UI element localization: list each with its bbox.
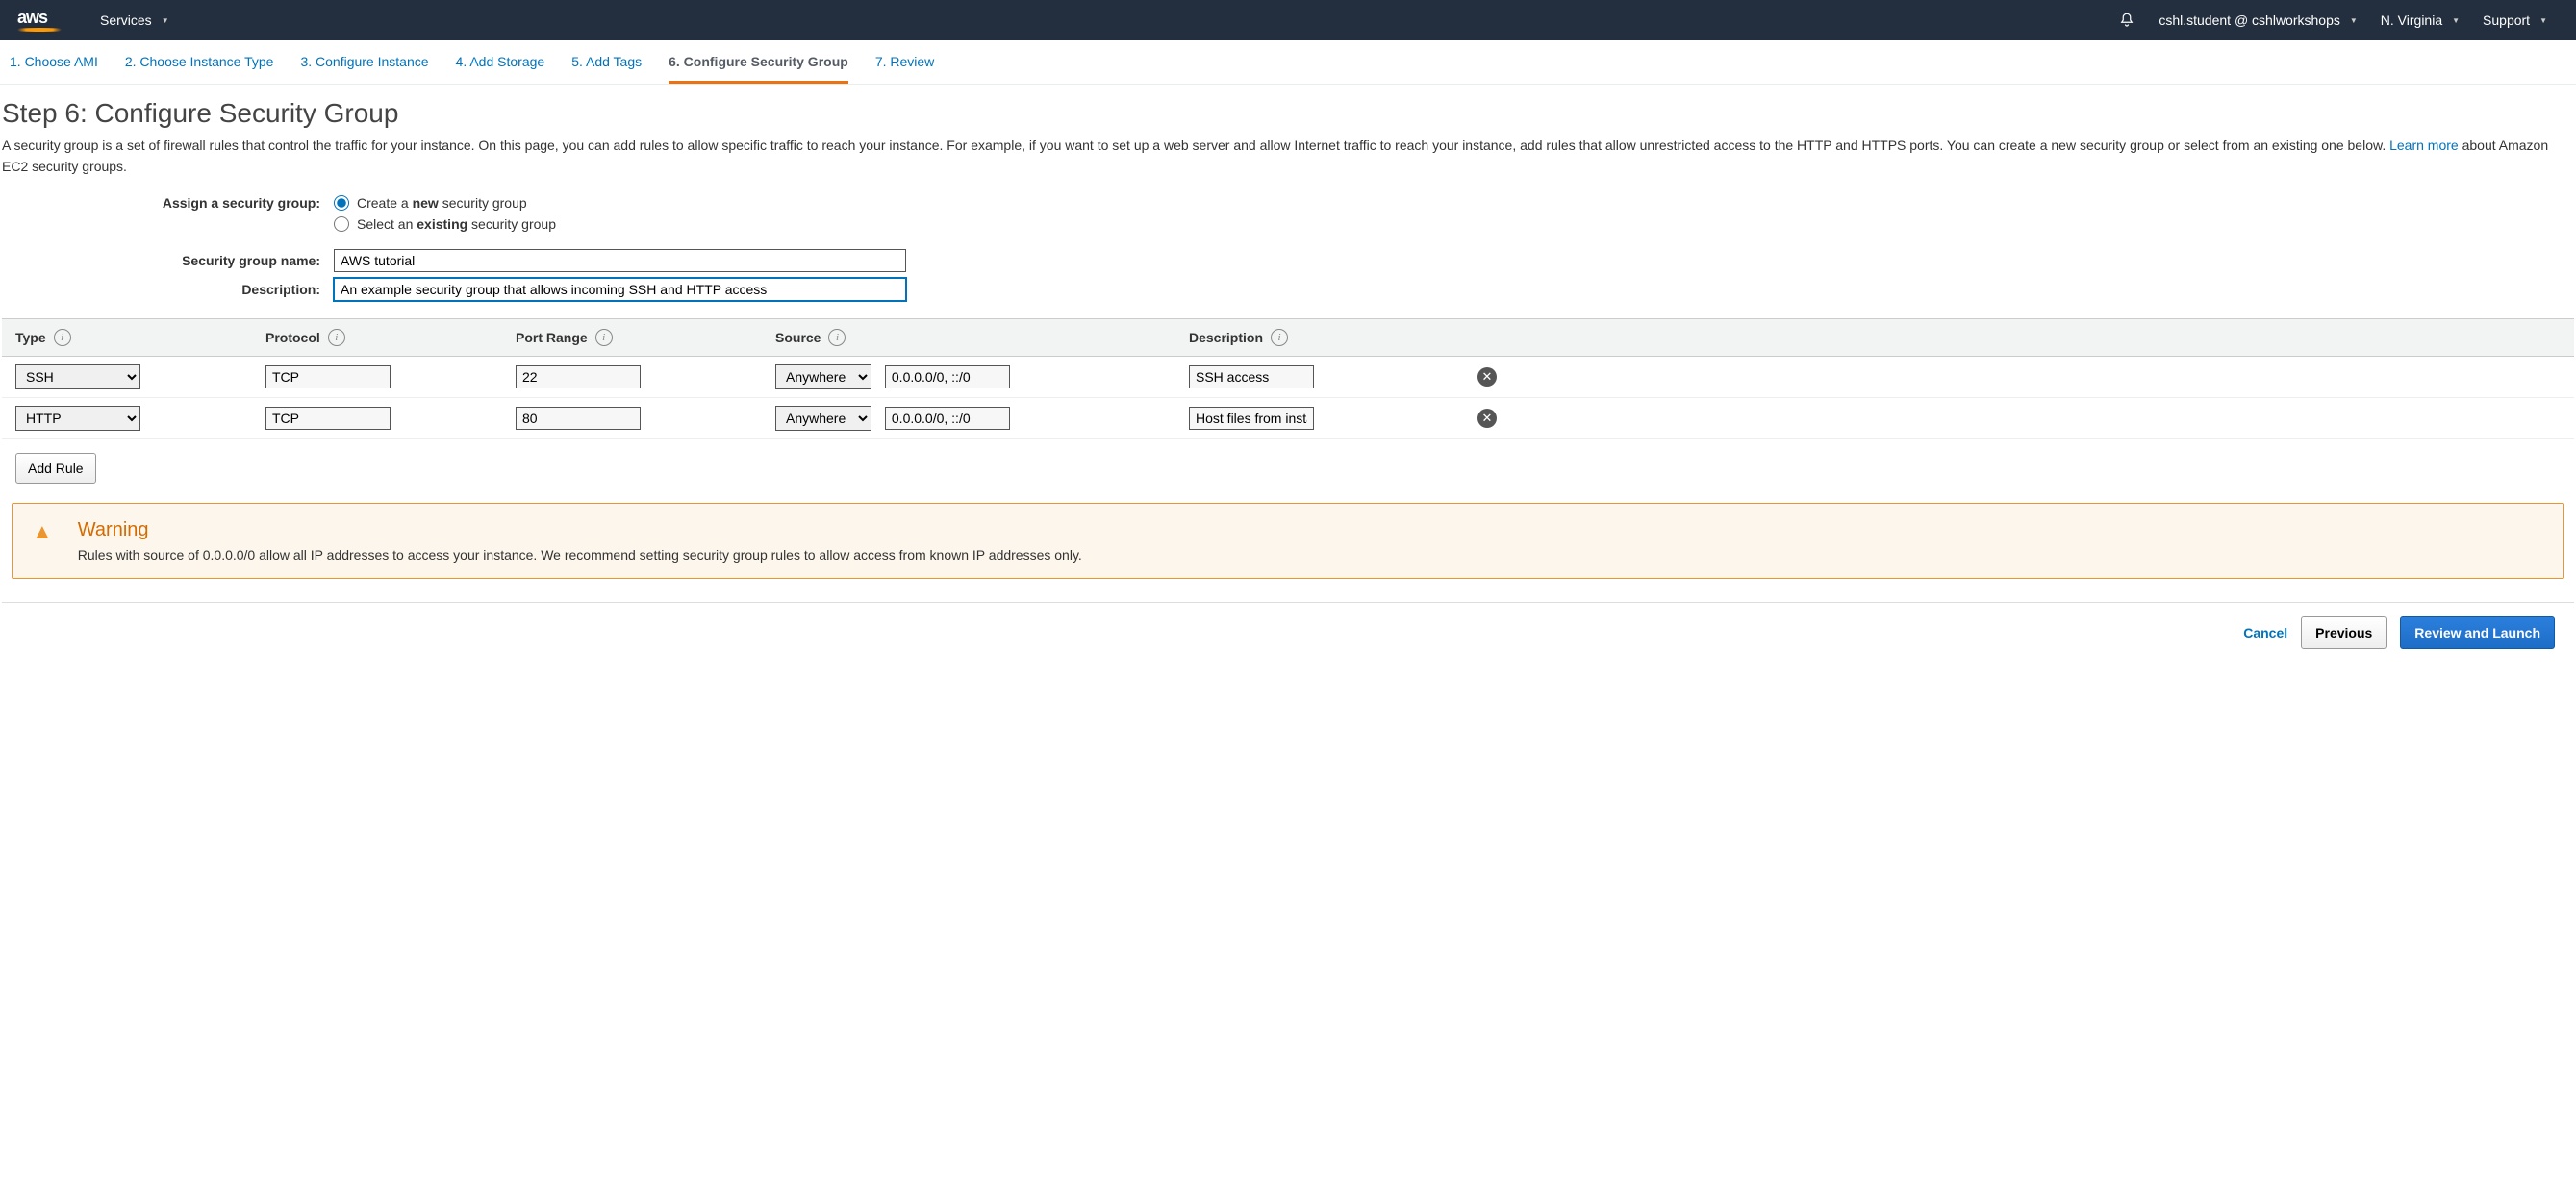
rule-protocol-input	[265, 365, 391, 388]
sg-name-label: Security group name:	[2, 253, 334, 268]
rule-port-input	[516, 407, 641, 430]
rule-source-ip-input[interactable]	[885, 365, 1010, 388]
cancel-button[interactable]: Cancel	[2243, 625, 2287, 640]
rules-table: Typei Protocoli Port Rangei Sourcei Desc…	[2, 318, 2574, 439]
rule-description-input[interactable]	[1189, 365, 1314, 388]
wizard-step-3[interactable]: 3. Configure Instance	[300, 54, 428, 84]
col-description-label: Description	[1189, 330, 1263, 345]
col-description: Description i	[1189, 329, 1477, 346]
col-source: Sourcei	[775, 329, 1189, 346]
review-and-launch-button[interactable]: Review and Launch	[2400, 616, 2555, 649]
table-row: HTTP Anywhere	[2, 398, 2574, 439]
services-menu[interactable]: Services	[88, 0, 181, 40]
assign-label: Assign a security group:	[2, 195, 334, 211]
aws-swoosh-icon	[17, 28, 62, 32]
wizard-step-4[interactable]: 4. Add Storage	[456, 54, 545, 84]
col-source-label: Source	[775, 330, 821, 345]
rule-port-input	[516, 365, 641, 388]
col-type-label: Type	[15, 330, 46, 345]
rule-type-select[interactable]: SSH	[15, 364, 140, 389]
wizard-step-5[interactable]: 5. Add Tags	[571, 54, 642, 84]
region-menu[interactable]: N. Virginia	[2369, 0, 2471, 40]
rule-source-select[interactable]: Anywhere	[775, 406, 871, 431]
add-rule-button[interactable]: Add Rule	[15, 453, 96, 484]
radio-existing-prefix: Select an	[357, 216, 417, 232]
radio-existing-bold: existing	[417, 216, 467, 232]
intro-text: A security group is a set of firewall ru…	[2, 135, 2574, 178]
account-label: cshl.student @ cshlworkshops	[2159, 13, 2340, 28]
aws-logo[interactable]: aws	[17, 9, 62, 32]
wizard-step-2[interactable]: 2. Choose Instance Type	[125, 54, 274, 84]
col-port: Port Range i	[516, 329, 775, 346]
radio-create-suffix: security group	[439, 195, 527, 211]
intro-body: A security group is a set of firewall ru…	[2, 138, 2389, 153]
rules-header: Typei Protocoli Port Rangei Sourcei Desc…	[2, 319, 2574, 357]
footer-actions: Cancel Previous Review and Launch	[2, 602, 2574, 663]
security-group-form: Assign a security group: Create a new se…	[2, 195, 2574, 301]
info-icon[interactable]: i	[1271, 329, 1288, 346]
rule-protocol-input	[265, 407, 391, 430]
radio-create-prefix: Create a	[357, 195, 413, 211]
col-protocol: Protocol i	[265, 329, 516, 346]
wizard-step-7[interactable]: 7. Review	[875, 54, 934, 84]
region-label: N. Virginia	[2381, 13, 2442, 28]
rule-description-input[interactable]	[1189, 407, 1314, 430]
rule-source-ip-input[interactable]	[885, 407, 1010, 430]
col-port-label: Port Range	[516, 330, 588, 345]
account-menu[interactable]: cshl.student @ cshlworkshops	[2147, 0, 2368, 40]
radio-existing-sg[interactable]: Select an existing security group	[334, 216, 556, 232]
page-heading: Step 6: Configure Security Group	[2, 98, 2574, 129]
top-navbar: aws Services cshl.student @ cshlworkshop…	[0, 0, 2576, 40]
warning-message: Rules with source of 0.0.0.0/0 allow all…	[78, 547, 1082, 563]
services-label: Services	[100, 13, 152, 28]
warning-box: ▲ Warning Rules with source of 0.0.0.0/0…	[12, 503, 2564, 579]
remove-rule-icon[interactable]	[1477, 409, 1497, 428]
wizard-step-1[interactable]: 1. Choose AMI	[10, 54, 98, 84]
col-protocol-label: Protocol	[265, 330, 320, 345]
notifications-icon[interactable]	[2107, 0, 2147, 40]
rule-source-select[interactable]: Anywhere	[775, 364, 871, 389]
info-icon[interactable]: i	[595, 329, 613, 346]
info-icon[interactable]: i	[828, 329, 846, 346]
sg-desc-label: Description:	[2, 282, 334, 297]
wizard-steps: 1. Choose AMI 2. Choose Instance Type 3.…	[0, 40, 2576, 85]
wizard-step-6: 6. Configure Security Group	[669, 54, 848, 84]
col-type: Typei	[15, 329, 265, 346]
support-label: Support	[2483, 13, 2530, 28]
radio-create-input[interactable]	[334, 195, 349, 211]
table-row: SSH Anywhere	[2, 357, 2574, 398]
previous-button[interactable]: Previous	[2301, 616, 2387, 649]
info-icon[interactable]: i	[54, 329, 71, 346]
radio-existing-input[interactable]	[334, 216, 349, 232]
rule-type-select[interactable]: HTTP	[15, 406, 140, 431]
remove-rule-icon[interactable]	[1477, 367, 1497, 387]
sg-description-input[interactable]	[334, 278, 906, 301]
sg-name-input[interactable]	[334, 249, 906, 272]
support-menu[interactable]: Support	[2471, 0, 2559, 40]
main-content: Step 6: Configure Security Group A secur…	[0, 85, 2576, 663]
learn-more-link[interactable]: Learn more	[2389, 138, 2459, 153]
radio-existing-suffix: security group	[467, 216, 556, 232]
info-icon[interactable]: i	[328, 329, 345, 346]
warning-title: Warning	[78, 519, 1082, 541]
warning-icon: ▲	[32, 519, 53, 544]
radio-create-bold: new	[413, 195, 439, 211]
radio-create-sg[interactable]: Create a new security group	[334, 195, 527, 211]
